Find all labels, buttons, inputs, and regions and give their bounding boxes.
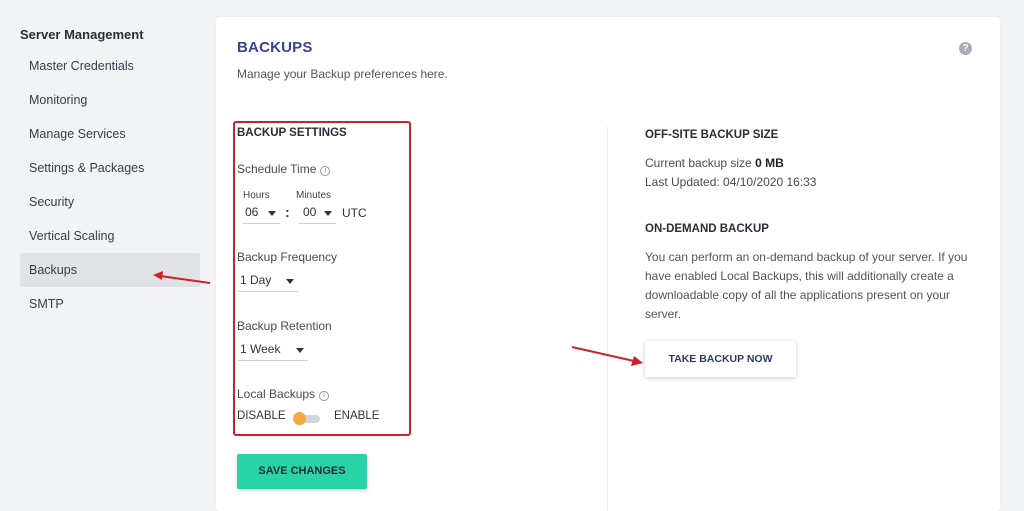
info-icon[interactable]: i bbox=[320, 166, 331, 176]
backup-size-value: 0 MB bbox=[755, 156, 784, 170]
sidebar-title: Server Management bbox=[20, 27, 144, 42]
chevron-down-icon bbox=[324, 211, 332, 216]
sidebar-item-master-credentials[interactable]: Master Credentials bbox=[20, 49, 200, 83]
minutes-select[interactable]: 00 bbox=[298, 202, 336, 224]
chevron-down-icon bbox=[296, 348, 304, 353]
hours-select[interactable]: 06 bbox=[242, 202, 280, 224]
sidebar-item-settings-packages[interactable]: Settings & Packages bbox=[20, 151, 200, 185]
toggle-disable-label: DISABLE bbox=[237, 410, 286, 422]
hours-label: Hours bbox=[243, 190, 270, 201]
backup-frequency-label: Backup Frequency bbox=[237, 250, 338, 264]
backup-retention-value: 1 Week bbox=[240, 342, 281, 356]
sidebar-item-vertical-scaling[interactable]: Vertical Scaling bbox=[20, 219, 200, 253]
backup-frequency-select[interactable]: 1 Day bbox=[238, 270, 298, 292]
current-backup-size: Current backup size 0 MB bbox=[645, 156, 784, 170]
minutes-label: Minutes bbox=[296, 190, 332, 201]
hours-select-value: 06 bbox=[245, 205, 259, 219]
local-backups-label: Local Backups i bbox=[237, 387, 330, 401]
backup-retention-label: Backup Retention bbox=[237, 319, 332, 333]
save-changes-button[interactable]: SAVE CHANGES bbox=[237, 454, 367, 489]
help-circle-icon[interactable]: ? bbox=[959, 42, 972, 55]
chevron-down-icon bbox=[268, 211, 276, 216]
chevron-down-icon bbox=[286, 279, 294, 284]
page-subtitle: Manage your Backup preferences here. bbox=[237, 67, 448, 81]
info-icon[interactable]: i bbox=[319, 391, 330, 401]
page-title: BACKUPS bbox=[237, 39, 313, 56]
on-demand-backup-heading: ON-DEMAND BACKUP bbox=[645, 223, 769, 235]
toggle-enable-label: ENABLE bbox=[334, 410, 380, 422]
sidebar-item-security[interactable]: Security bbox=[20, 185, 200, 219]
timezone-label: UTC bbox=[342, 206, 367, 220]
last-updated: Last Updated: 04/10/2020 16:33 bbox=[645, 175, 817, 189]
time-separator: : bbox=[285, 204, 290, 220]
backup-retention-select[interactable]: 1 Week bbox=[238, 339, 308, 361]
schedule-time-label: Schedule Time i bbox=[237, 162, 331, 176]
backup-settings-heading: BACKUP SETTINGS bbox=[237, 127, 347, 139]
sidebar-item-smtp[interactable]: SMTP bbox=[20, 287, 200, 321]
column-divider bbox=[607, 127, 608, 511]
minutes-select-value: 00 bbox=[303, 205, 317, 219]
toggle-knob bbox=[293, 412, 306, 425]
offsite-backup-size-heading: OFF-SITE BACKUP SIZE bbox=[645, 129, 779, 141]
backups-card: BACKUPS Manage your Backup preferences h… bbox=[216, 17, 1000, 511]
local-backups-toggle[interactable] bbox=[293, 412, 320, 425]
sidebar-item-backups[interactable]: Backups bbox=[20, 253, 200, 287]
sidebar: Server Management Master Credentials Mon… bbox=[0, 0, 215, 511]
sidebar-item-monitoring[interactable]: Monitoring bbox=[20, 83, 200, 117]
on-demand-description: You can perform an on-demand backup of y… bbox=[645, 250, 968, 321]
sidebar-item-manage-services[interactable]: Manage Services bbox=[20, 117, 200, 151]
take-backup-now-button[interactable]: TAKE BACKUP NOW bbox=[645, 341, 796, 377]
backup-frequency-value: 1 Day bbox=[240, 273, 272, 287]
